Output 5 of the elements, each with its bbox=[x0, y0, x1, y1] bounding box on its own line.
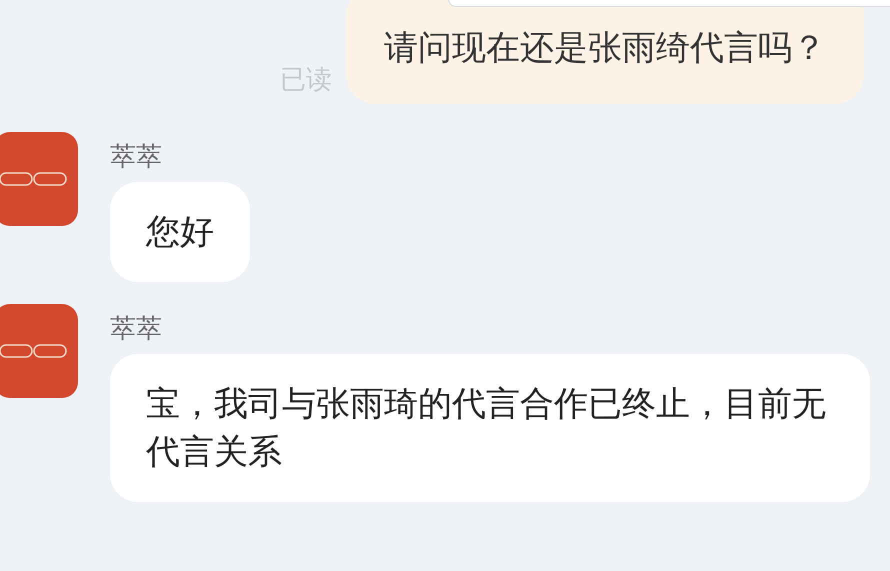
message-bubble: 宝，我司与张雨琦的代言合作已终止，目前无代言关系 bbox=[110, 354, 870, 502]
message-bubble: 您好 bbox=[110, 182, 250, 282]
sender-name: 萃萃 bbox=[110, 142, 163, 172]
outgoing-bubble: 请问现在还是张雨绮代言吗？ bbox=[346, 0, 864, 104]
sender-name: 萃萃 bbox=[110, 314, 163, 344]
